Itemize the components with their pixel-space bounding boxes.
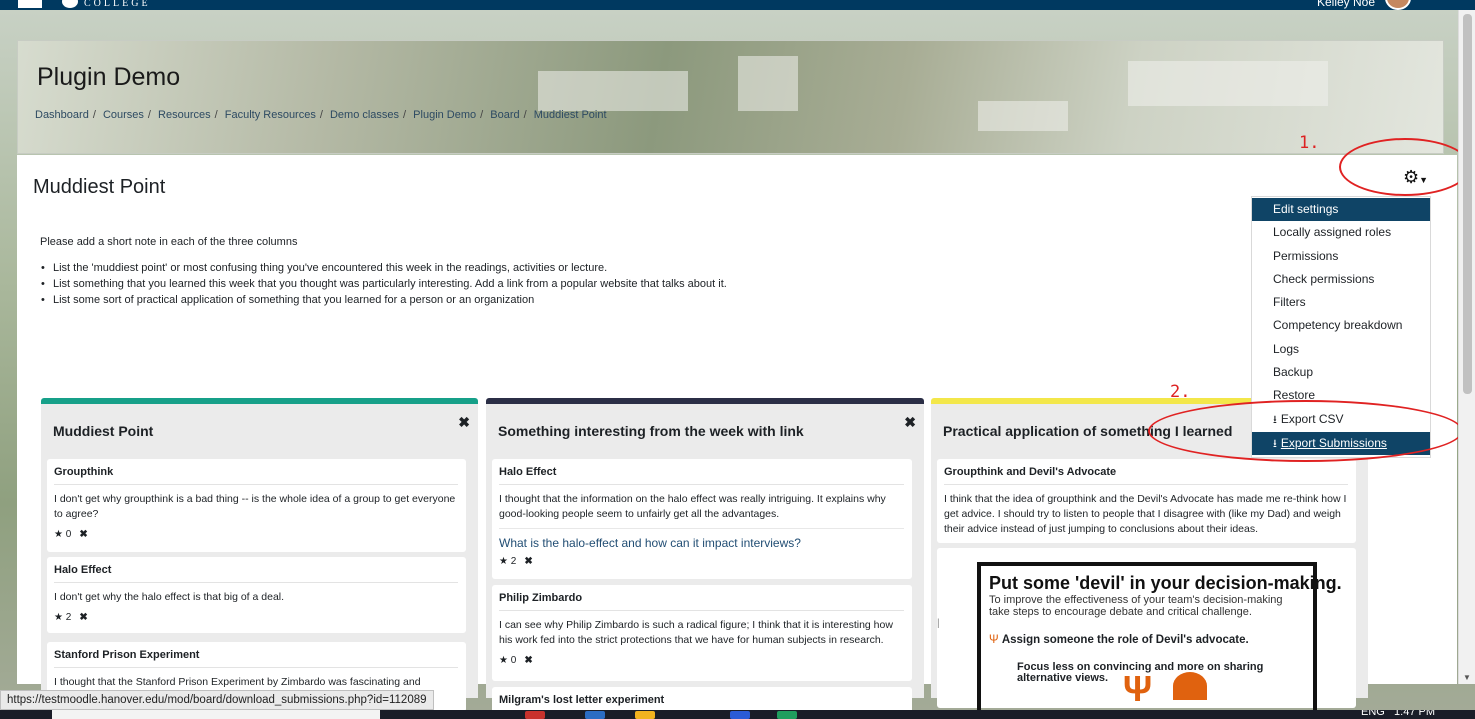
note-body: I think that the idea of groupthink and … [944,493,1347,535]
note-body: I can see why Philip Zimbardo is such a … [499,619,893,646]
breadcrumb-board[interactable]: Board [490,109,519,121]
note-title: Philip Zimbardo [499,592,904,611]
devil-horns-icon [1173,672,1207,700]
page-header: Plugin Demo Dashboard / Courses / Resource… [17,40,1444,154]
note-meta: ★ 0 ✖ [499,648,904,666]
instructions-list: List the 'muddiest point' or most confus… [40,261,727,309]
pitchfork-icon: Ψ [989,634,999,646]
poster-step-2: Focus less on convincing and more on sha… [1017,661,1264,684]
note-card[interactable]: Groupthink I don't get why groupthink is… [47,459,466,552]
menu-item-logs[interactable]: Logs [1252,338,1430,361]
rating-count: 0 [510,655,517,666]
note-card[interactable]: Halo Effect I don't get why the halo eff… [47,557,466,633]
activity-intro: Please add a short note in each of the t… [40,236,298,248]
menu-item-edit-settings[interactable]: Edit settings [1252,198,1430,222]
excel-app-icon[interactable] [777,711,797,719]
board-column-muddiest: Muddiest Point ✖ Groupthink I don't get … [41,398,478,712]
system-tray: ENG 1:47 PM [1361,710,1435,718]
note-body: I don't get why groupthink is a bad thin… [54,493,456,520]
menu-item-check-permissions[interactable]: Check permissions [1252,268,1430,291]
breadcrumb-muddiest-point[interactable]: Muddiest Point [534,109,607,121]
delete-note-icon[interactable]: ✖ [79,612,87,623]
note-card[interactable]: Groupthink and Devil's Advocate I think … [937,459,1356,543]
star-icon[interactable]: ★ [499,556,508,567]
image-marker: | [937,618,940,629]
delete-note-icon[interactable]: ✖ [524,556,532,567]
menu-item-competency-breakdown[interactable]: Competency breakdown [1252,314,1430,337]
note-title: Stanford Prison Experiment [54,649,458,668]
breadcrumb-faculty-resources[interactable]: Faculty Resources [225,109,316,121]
note-body: I don't get why the halo effect is that … [54,591,285,603]
note-title: Groupthink and Devil's Advocate [944,466,1348,485]
top-navbar: COLLEGE Kelley Noe [0,0,1475,10]
close-icon[interactable]: ✖ [458,414,470,431]
close-icon[interactable]: ✖ [904,414,916,431]
note-image: | Put some 'devil' in your decision-maki… [937,548,1356,712]
language-indicator[interactable]: ENG [1361,710,1385,718]
note-title: Halo Effect [54,564,458,583]
activity-title: Muddiest Point [33,176,166,198]
menu-item-backup[interactable]: Backup [1252,361,1430,384]
browser-app-icon[interactable] [525,711,545,719]
menu-item-locally-assigned-roles[interactable]: Locally assigned roles [1252,221,1430,244]
pitchfork-icon: Ψ [1123,668,1153,709]
breadcrumb-courses[interactable]: Courses [103,109,144,121]
annotation-step-2: 2. [1170,382,1191,402]
rating-count: 2 [510,556,517,567]
delete-note-icon[interactable]: ✖ [524,655,532,666]
note-link[interactable]: What is the halo-effect and how can it i… [499,528,904,556]
poster-step-1: Ψ Assign someone the role of Devil's adv… [989,634,1249,646]
delete-note-icon[interactable]: ✖ [79,529,87,540]
hamburger-menu-icon[interactable] [18,0,42,8]
note-title: Halo Effect [499,466,904,485]
breadcrumb-resources[interactable]: Resources [158,109,211,121]
status-bar-url: https://testmoodle.hanover.edu/mod/board… [0,690,434,710]
annotation-step-1: 1. [1299,133,1320,153]
annotation-ellipse-gear [1339,138,1471,196]
poster-subtitle: To improve the effectiveness of your tea… [989,594,1283,618]
clock[interactable]: 1:47 PM [1394,710,1435,718]
page-title: Plugin Demo [37,63,181,91]
menu-item-permissions[interactable]: Permissions [1252,245,1430,268]
breadcrumb-dashboard[interactable]: Dashboard [35,109,89,121]
note-meta: ★ 0 ✖ [54,522,458,540]
os-taskbar: ENG 1:47 PM [0,710,1475,719]
note-meta: ★ 2 ✖ [499,556,904,567]
annotation-ellipse-export [1148,400,1463,462]
taskbar-search[interactable] [52,710,380,719]
column-heading: Something interesting from the week with… [498,423,804,439]
scroll-down-icon[interactable]: ▼ [1463,673,1471,682]
list-item: List some sort of practical application … [40,293,727,307]
college-logo-icon[interactable] [62,0,78,8]
breadcrumb-plugin-demo[interactable]: Plugin Demo [413,109,476,121]
note-body: I thought that the information on the ha… [499,493,886,520]
board-column-interesting: Something interesting from the week with… [486,398,924,719]
word-app-icon[interactable] [730,711,750,719]
list-item: List the 'muddiest point' or most confus… [40,261,727,275]
scrollbar-thumb[interactable] [1463,14,1472,394]
star-icon[interactable]: ★ [54,529,63,540]
files-app-icon[interactable] [635,711,655,719]
mail-app-icon[interactable] [585,711,605,719]
rating-count: 2 [65,612,72,623]
note-title: Groupthink [54,466,458,485]
avatar[interactable] [1385,0,1411,10]
note-card[interactable]: Halo Effect I thought that the informati… [492,459,912,579]
poster-title: Put some 'devil' in your decision-making… [989,573,1342,593]
menu-item-filters[interactable]: Filters [1252,291,1430,314]
list-item: List something that you learned this wee… [40,277,727,291]
breadcrumb-demo-classes[interactable]: Demo classes [330,109,399,121]
user-name[interactable]: Kelley Noe [1317,0,1375,9]
site-name[interactable]: COLLEGE [84,0,151,9]
note-meta: ★ 2 ✖ [54,605,458,623]
column-heading: Muddiest Point [53,423,154,439]
star-icon[interactable]: ★ [54,612,63,623]
page-scrollbar[interactable]: ▼ [1458,10,1475,684]
star-icon[interactable]: ★ [499,655,508,666]
note-card[interactable]: Philip Zimbardo I can see why Philip Zim… [492,585,912,681]
breadcrumb: Dashboard / Courses / Resources / Faculty R… [35,109,607,121]
rating-count: 0 [65,529,72,540]
